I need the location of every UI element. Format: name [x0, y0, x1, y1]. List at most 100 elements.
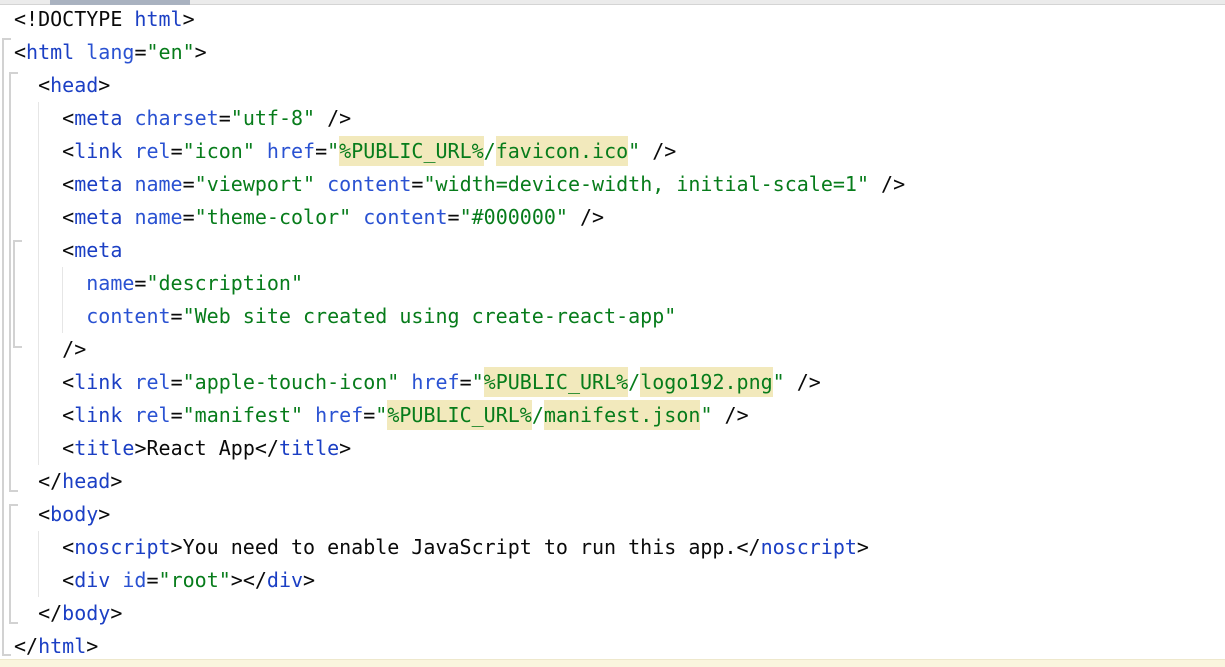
code-token: meta [74, 106, 122, 130]
code-token: head [50, 73, 98, 97]
code-line-1[interactable]: <!DOCTYPE html> [14, 3, 1214, 36]
code-token: = [460, 370, 472, 394]
code-token: body [62, 601, 110, 625]
code-line-8[interactable]: <meta [14, 234, 1214, 267]
code-token: "icon" [183, 139, 255, 163]
code-line-14[interactable]: <title>React App</title> [14, 432, 1214, 465]
code-token: href [315, 403, 363, 427]
code-token: </ [14, 469, 62, 493]
code-token: = [171, 304, 183, 328]
code-token: link [74, 403, 122, 427]
code-token: head [62, 469, 110, 493]
code-token: </ [255, 436, 279, 460]
code-token: rel [134, 370, 170, 394]
code-token: link [74, 139, 122, 163]
code-token: %PUBLIC_URL% [387, 400, 532, 430]
code-line-3[interactable]: <head> [14, 69, 1214, 102]
code-token: > [134, 436, 146, 460]
code-token: "width=device-width, initial-scale=1" [423, 172, 869, 196]
code-token: " [700, 403, 712, 427]
code-token: " [472, 370, 484, 394]
code-token [110, 568, 122, 592]
code-token: /> [568, 205, 604, 229]
code-token: > [339, 436, 351, 460]
code-line-6[interactable]: <meta name="viewport" content="width=dev… [14, 168, 1214, 201]
code-token: %PUBLIC_URL% [339, 136, 484, 166]
code-token [315, 172, 327, 196]
code-line-17[interactable]: <noscript>You need to enable JavaScript … [14, 531, 1214, 564]
code-token: html [38, 634, 86, 658]
code-token: /> [712, 403, 748, 427]
code-token: id [122, 568, 146, 592]
code-token: title [74, 436, 134, 460]
code-token: > [231, 568, 243, 592]
code-token: meta [74, 172, 122, 196]
code-token: = [411, 172, 423, 196]
code-token: %PUBLIC_URL% [484, 367, 629, 397]
code-token [122, 370, 134, 394]
code-line-12[interactable]: <link rel="apple-touch-icon" href="%PUBL… [14, 366, 1214, 399]
code-token: "Web site created using create-react-app… [183, 304, 677, 328]
code-token: name [86, 271, 134, 295]
code-token [351, 205, 363, 229]
code-line-4[interactable]: <meta charset="utf-8" /> [14, 102, 1214, 135]
code-token [303, 403, 315, 427]
code-token: "utf-8" [231, 106, 315, 130]
code-line-15[interactable]: </head> [14, 465, 1214, 498]
code-token: /> [315, 106, 351, 130]
code-line-7[interactable]: <meta name="theme-color" content="#00000… [14, 201, 1214, 234]
code-token: " [628, 139, 640, 163]
code-token [122, 403, 134, 427]
code-token: </ [243, 568, 267, 592]
code-token [122, 139, 134, 163]
code-token: name [134, 172, 182, 196]
code-token: > [195, 40, 207, 64]
code-token: meta [74, 205, 122, 229]
code-token: </ [14, 601, 62, 625]
code-token: > [303, 568, 315, 592]
code-line-19[interactable]: </body> [14, 597, 1214, 630]
code-token: > [98, 73, 110, 97]
code-token: < [14, 40, 26, 64]
code-token: < [14, 139, 74, 163]
code-line-9[interactable]: name="description" [14, 267, 1214, 300]
code-line-10[interactable]: content="Web site created using create-r… [14, 300, 1214, 333]
code-token: "root" [159, 568, 231, 592]
code-token: = [448, 205, 460, 229]
code-token: body [50, 502, 98, 526]
code-line-18[interactable]: <div id="root"></div> [14, 564, 1214, 597]
code-token: " [773, 370, 785, 394]
code-token: = [171, 139, 183, 163]
code-token: > [110, 601, 122, 625]
code-token: = [183, 205, 195, 229]
code-token: < [14, 106, 74, 130]
code-token: rel [134, 403, 170, 427]
code-token: noscript [74, 535, 170, 559]
code-token: div [267, 568, 303, 592]
code-line-11[interactable]: /> [14, 333, 1214, 366]
code-line-5[interactable]: <link rel="icon" href="%PUBLIC_URL%/favi… [14, 135, 1214, 168]
code-token: < [14, 403, 74, 427]
code-token: = [134, 271, 146, 295]
code-token: div [74, 568, 110, 592]
code-token: /> [785, 370, 821, 394]
code-line-16[interactable]: <body> [14, 498, 1214, 531]
code-token: > [171, 535, 183, 559]
code-token: < [14, 370, 74, 394]
code-token [14, 304, 86, 328]
code-token: noscript [761, 535, 857, 559]
code-token: "#000000" [460, 205, 568, 229]
code-token [14, 271, 86, 295]
code-token: < [14, 172, 74, 196]
code-editor[interactable]: <!DOCTYPE html><html lang="en"> <head> <… [14, 3, 1214, 663]
code-token: > [98, 502, 110, 526]
code-token: > [110, 469, 122, 493]
code-token [122, 205, 134, 229]
code-token: logo192.png [640, 367, 772, 397]
code-token: html [134, 7, 182, 31]
code-line-2[interactable]: <html lang="en"> [14, 36, 1214, 69]
code-line-13[interactable]: <link rel="manifest" href="%PUBLIC_URL%/… [14, 399, 1214, 432]
code-token: href [267, 139, 315, 163]
code-token: content [363, 205, 447, 229]
code-token [255, 139, 267, 163]
